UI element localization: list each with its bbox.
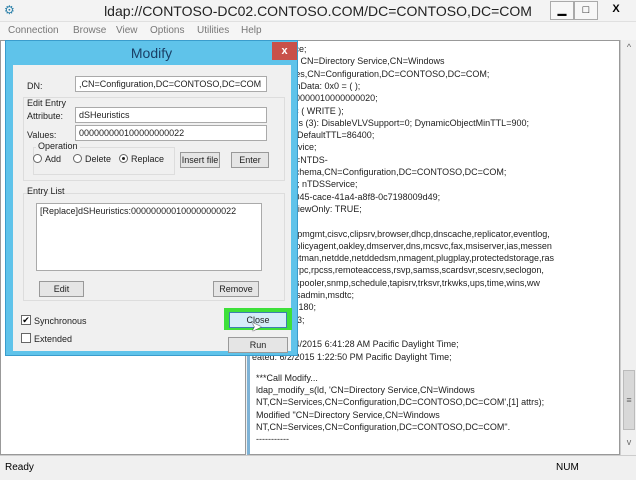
values-label: Values: bbox=[27, 130, 57, 140]
extended-checkbox[interactable] bbox=[21, 333, 31, 343]
synchronous-checkbox[interactable]: ✔ bbox=[21, 315, 31, 325]
menu-view[interactable]: View bbox=[116, 25, 138, 36]
vertical-scrollbar[interactable]: ^ ≡ v bbox=[620, 40, 636, 455]
call-output-line: Modified "CN=Directory Service,CN=Window… bbox=[256, 409, 440, 420]
edit-button[interactable]: Edit bbox=[39, 281, 84, 297]
enter-button[interactable]: Enter bbox=[231, 152, 269, 168]
insert-file-button[interactable]: Insert file bbox=[180, 152, 220, 168]
attribute-field[interactable]: dSHeuristics bbox=[75, 107, 267, 123]
output-pane[interactable]: ctory Service;shedName: CN=Directory Ser… bbox=[247, 40, 620, 455]
scroll-up-icon[interactable]: ^ bbox=[621, 42, 636, 58]
menu-browse[interactable]: Browse bbox=[73, 25, 106, 36]
menu-utilities[interactable]: Utilities bbox=[197, 25, 229, 36]
call-output-line: ----------- bbox=[256, 434, 289, 444]
menu-bar: Connection Browse View Options Utilities… bbox=[0, 22, 636, 40]
values-field[interactable]: 000000000100000000022 bbox=[75, 125, 267, 141]
call-output-line: NT,CN=Services,CN=Configuration,DC=CONTO… bbox=[256, 397, 545, 408]
synchronous-label: Synchronous bbox=[34, 316, 87, 326]
mouse-cursor-icon: ➤ bbox=[251, 319, 262, 334]
radio-delete-label: Delete bbox=[85, 154, 112, 164]
maximize-button[interactable]: □ bbox=[574, 1, 598, 20]
entry-list-label: Entry List bbox=[27, 186, 65, 196]
num-lock-indicator: NUM bbox=[556, 462, 579, 473]
edit-entry-label: Edit Entry bbox=[27, 98, 67, 108]
entry-list[interactable]: [Replace]dSHeuristics:000000000100000000… bbox=[36, 203, 262, 271]
window-titlebar: ⚙ ldap://CONTOSO-DC02.CONTOSO.COM/DC=CON… bbox=[0, 0, 636, 22]
dialog-close-button[interactable]: x bbox=[272, 42, 297, 60]
scroll-thumb[interactable]: ≡ bbox=[623, 370, 635, 430]
call-output-line: ***Call Modify... bbox=[256, 373, 318, 383]
status-bar: Ready NUM bbox=[0, 455, 636, 480]
radio-delete-icon bbox=[73, 154, 82, 163]
radio-add[interactable]: Add bbox=[33, 154, 61, 164]
menu-connection[interactable]: Connection bbox=[8, 25, 59, 36]
dn-label: DN: bbox=[27, 81, 43, 91]
radio-add-label: Add bbox=[45, 154, 62, 164]
operation-label: Operation bbox=[36, 141, 80, 151]
radio-replace[interactable]: Replace bbox=[119, 154, 164, 164]
status-text: Ready bbox=[5, 462, 34, 473]
entry-list-item[interactable]: [Replace]dSHeuristics:000000000100000000… bbox=[40, 206, 258, 216]
radio-add-icon bbox=[33, 154, 42, 163]
radio-replace-icon bbox=[119, 154, 128, 163]
extended-label: Extended bbox=[34, 334, 73, 344]
remove-button[interactable]: Remove bbox=[213, 281, 259, 297]
menu-help[interactable]: Help bbox=[241, 25, 262, 36]
radio-replace-label: Replace bbox=[131, 154, 165, 164]
call-output-line: NT,CN=Services,CN=Configuration,DC=CONTO… bbox=[256, 421, 511, 432]
attribute-label: Attribute: bbox=[27, 111, 64, 121]
modify-dialog: Modify x DN: ,CN=Configuration,DC=CONTOS… bbox=[5, 40, 298, 356]
menu-options[interactable]: Options bbox=[150, 25, 184, 36]
dialog-title: Modify bbox=[130, 45, 173, 61]
close-window-button[interactable]: X bbox=[598, 1, 634, 20]
scroll-down-icon[interactable]: v bbox=[621, 437, 636, 453]
call-output-line: ldap_modify_s(ld, 'CN=Directory Service,… bbox=[256, 385, 475, 396]
dn-field[interactable]: ,CN=Configuration,DC=CONTOSO,DC=COM bbox=[75, 76, 267, 92]
minimize-button[interactable]: ▁ bbox=[550, 1, 574, 20]
window-title: ldap://CONTOSO-DC02.CONTOSO.COM/DC=CONTO… bbox=[104, 3, 532, 19]
run-button[interactable]: Run bbox=[228, 337, 288, 353]
radio-delete[interactable]: Delete bbox=[73, 154, 111, 164]
